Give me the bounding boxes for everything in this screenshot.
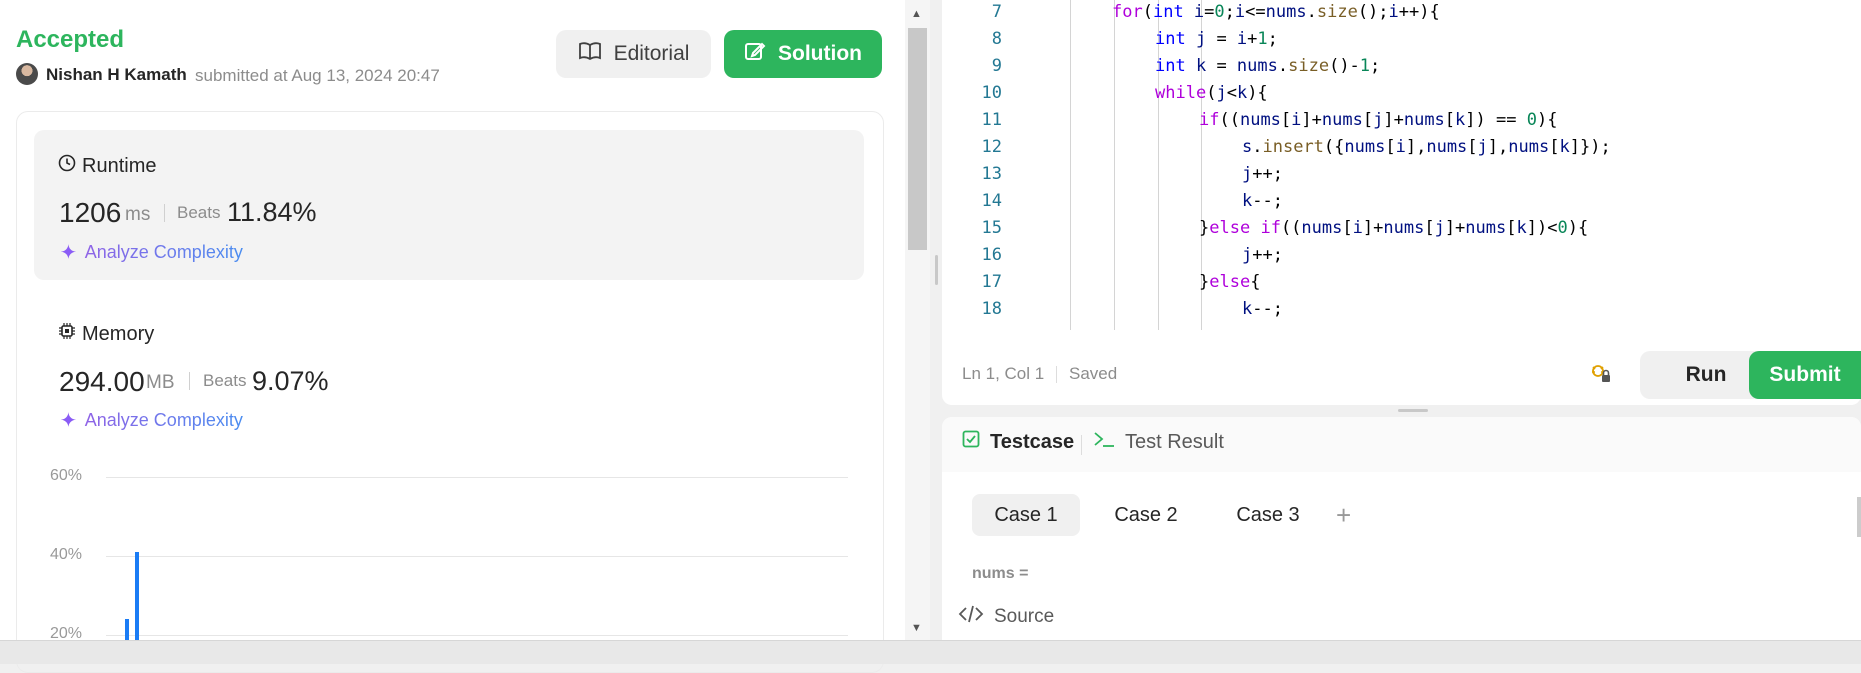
code-editor[interactable]: 7 for(int i=0;i<=nums.size();i++){ 8 int j …: [942, 0, 1861, 405]
analyze-complexity-runtime[interactable]: ✦ Analyze Complexity: [60, 240, 243, 265]
chip-icon: [58, 322, 76, 346]
clock-icon: [58, 154, 76, 178]
input-label-nums: nums =: [972, 565, 1029, 582]
memory-unit: MB: [146, 372, 175, 393]
submit-button[interactable]: Submit: [1749, 351, 1861, 399]
chart-gridline: [106, 635, 848, 636]
runtime-unit: ms: [125, 204, 151, 225]
cursor-position: Ln 1, Col 1: [962, 364, 1045, 383]
analyze-complexity-memory[interactable]: ✦ Analyze Complexity: [60, 408, 243, 433]
line-number: 15: [981, 218, 1002, 238]
code-line[interactable]: int j = i+1;: [1155, 29, 1278, 49]
case-tab-3[interactable]: Case 3: [1222, 494, 1314, 536]
scroll-down-arrow-icon[interactable]: ▼: [911, 622, 922, 634]
memory-title-label: Memory: [82, 322, 155, 345]
submission-time: submitted at Aug 13, 2024 20:47: [195, 66, 440, 85]
code-line[interactable]: j++;: [1242, 164, 1283, 184]
checkbox-icon: [962, 430, 980, 454]
code-line[interactable]: s.insert({nums[i],nums[j],nums[k]});: [1242, 137, 1611, 157]
runtime-value: 1206: [59, 197, 122, 228]
chart-gridline: [106, 556, 848, 557]
sparkle-icon: ✦: [60, 410, 77, 432]
tab-testcase-label: Testcase: [990, 430, 1075, 453]
source-button[interactable]: Source: [958, 604, 1054, 630]
code-line[interactable]: j++;: [1242, 245, 1283, 265]
edit-icon: [744, 40, 766, 68]
divider: [164, 204, 165, 222]
save-status: Saved: [1069, 364, 1118, 383]
solution-button[interactable]: Solution: [724, 30, 882, 78]
book-icon: [578, 41, 602, 67]
scroll-up-arrow-icon[interactable]: ▲: [911, 8, 922, 20]
indent-guide: [1158, 0, 1159, 330]
source-label: Source: [994, 606, 1055, 627]
testcase-header: [942, 417, 1861, 472]
case-tab-1[interactable]: Case 1: [972, 494, 1080, 536]
status-accepted: Accepted: [16, 26, 125, 53]
memory-title[interactable]: Memory: [58, 322, 154, 346]
code-line[interactable]: if((nums[i]+nums[j]+nums[k]) == 0){: [1199, 110, 1557, 130]
line-number: 10: [981, 83, 1002, 103]
memory-value: 294.00: [59, 366, 145, 397]
code-line[interactable]: while(j<k){: [1155, 83, 1268, 103]
divider: [189, 372, 190, 390]
memory-beats-label: Beats: [203, 371, 247, 390]
code-line[interactable]: int k = nums.size()-1;: [1155, 56, 1380, 76]
analyze-label: Analyze Complexity: [84, 410, 243, 430]
code-line[interactable]: k--;: [1242, 191, 1283, 211]
debugger-lock-icon[interactable]: [1590, 362, 1612, 390]
analyze-label: Analyze Complexity: [84, 242, 243, 262]
solution-label: Solution: [778, 42, 862, 65]
editorial-label: Editorial: [613, 42, 690, 65]
case-tab-2[interactable]: Case 2: [1100, 494, 1192, 536]
y-tick-label: 60%: [50, 467, 83, 484]
line-number: 16: [981, 245, 1002, 265]
runtime-title-label: Runtime: [82, 154, 157, 177]
avatar[interactable]: [16, 63, 38, 85]
memory-beats-value: 9.07%: [252, 366, 329, 396]
indent-guide: [1114, 0, 1115, 330]
splitter-handle[interactable]: [935, 255, 938, 285]
divider: [1056, 366, 1057, 383]
bottom-bar: [0, 640, 1861, 664]
code-line[interactable]: for(int i=0;i<=nums.size();i++){: [1112, 2, 1440, 22]
chart-bar[interactable]: [135, 552, 139, 640]
line-number: 11: [981, 110, 1002, 130]
divider: [1081, 435, 1082, 455]
code-line[interactable]: }else{: [1199, 272, 1260, 292]
splitter-handle[interactable]: [1398, 409, 1428, 412]
left-scrollbar-thumb[interactable]: [908, 28, 927, 250]
line-number: 14: [981, 191, 1002, 211]
chart-gridline: [106, 477, 848, 478]
add-case-icon[interactable]: +: [1336, 500, 1351, 531]
code-line[interactable]: k--;: [1242, 299, 1283, 319]
y-tick-label: 40%: [50, 546, 83, 563]
line-number: 9: [991, 56, 1002, 76]
testcase-scrollbar-thumb[interactable]: [1857, 497, 1861, 537]
author-name[interactable]: Nishan H Kamath: [46, 65, 187, 85]
runtime-beats-value: 11.84%: [227, 197, 317, 227]
chart-bar[interactable]: [125, 619, 129, 640]
editorial-button[interactable]: Editorial: [556, 30, 711, 78]
line-number: 8: [991, 29, 1002, 49]
code-icon: [958, 604, 984, 630]
line-number: 17: [981, 272, 1002, 292]
sparkle-icon: ✦: [60, 242, 77, 264]
line-number: 7: [991, 2, 1002, 22]
indent-guide: [1070, 0, 1071, 330]
code-line[interactable]: }else if((nums[i]+nums[j]+nums[k])<0){: [1199, 218, 1588, 238]
line-number: 18: [981, 299, 1002, 319]
tab-test-result[interactable]: Test Result: [1093, 430, 1224, 454]
tab-testcase[interactable]: Testcase: [962, 430, 1074, 454]
runtime-title: Runtime: [58, 154, 156, 178]
runtime-beats-label: Beats: [177, 203, 221, 222]
tab-test-result-label: Test Result: [1125, 430, 1224, 453]
terminal-icon: [1093, 430, 1115, 454]
line-number: 13: [981, 164, 1002, 184]
vertical-splitter[interactable]: [930, 0, 942, 640]
line-number: 12: [981, 137, 1002, 157]
